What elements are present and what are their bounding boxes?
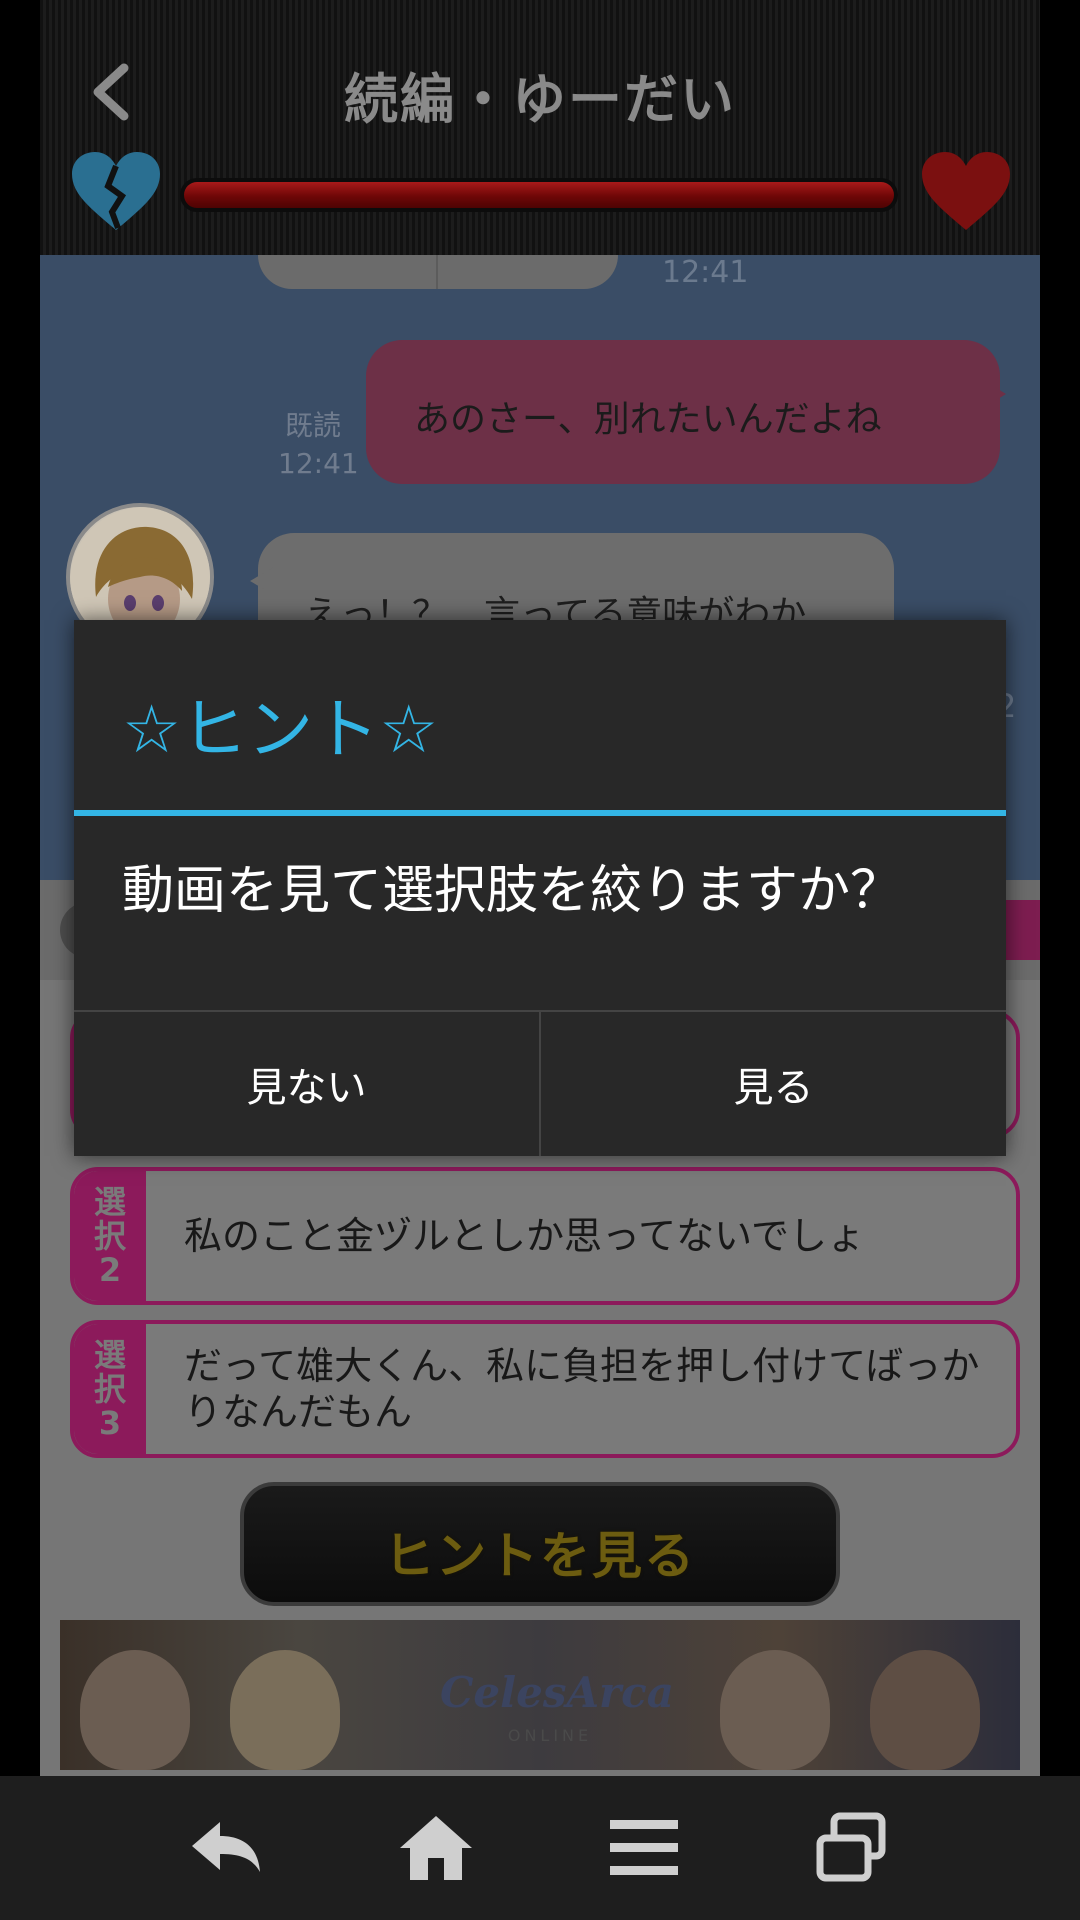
watch-button[interactable]: 見る [541, 1012, 1006, 1156]
read-time: 12:41 [278, 447, 359, 480]
choice-tag-char: 選 [93, 1336, 126, 1374]
page-title: 続編・ゆーだい [344, 68, 736, 131]
home-icon[interactable] [396, 1812, 476, 1884]
outgoing-message-bubble: あのさー、別れたいんだよね [366, 340, 1006, 484]
outgoing-message-text: あのさー、別れたいんだよね [414, 399, 882, 440]
hint-button-label: ヒントを見る [384, 1527, 696, 1585]
choice-tag-char: 2 [98, 1251, 122, 1289]
header: 続編・ゆーだい [40, 0, 1040, 255]
system-nav-bar [0, 1776, 1080, 1920]
dialog-title: ☆ヒント☆ [122, 691, 439, 768]
hint-button[interactable]: ヒントを見る [240, 1482, 840, 1606]
bubble-divider [436, 255, 438, 289]
choice-tag-char: 択 [93, 1217, 126, 1255]
hint-dialog: ☆ヒント☆ 動画を見て選択肢を絞りますか？ 見ない 見る [74, 620, 1006, 1156]
choice-tag-char: 3 [98, 1404, 122, 1442]
menu-icon[interactable] [604, 1812, 684, 1884]
banner-character [720, 1650, 830, 1770]
dont-watch-button[interactable]: 見ない [74, 1012, 539, 1156]
love-meter [180, 178, 898, 212]
dialog-divider [74, 810, 1006, 816]
message-bubble [258, 255, 618, 289]
choice-tag: 選 択 3 [74, 1324, 146, 1454]
choice-tag-char: 選 [93, 1183, 126, 1221]
banner-character [80, 1650, 190, 1770]
choice-tag-char: 択 [93, 1370, 126, 1408]
dialog-message: 動画を見て選択肢を絞りますか？ [122, 861, 903, 921]
banner-logo-sub: ONLINE [507, 1726, 593, 1745]
banner-character [870, 1650, 980, 1770]
read-label: 既読 [284, 409, 341, 442]
love-meter-fill [184, 182, 894, 208]
ad-banner[interactable]: CelesArca ONLINE [60, 1620, 1020, 1770]
banner-logo: CelesArca [440, 1668, 674, 1717]
choice-option-2[interactable]: 選 択 2 私のこと金ヅルとしか思ってないでしょ [70, 1167, 1020, 1305]
back-icon[interactable] [186, 1812, 266, 1884]
choice-option-3[interactable]: 選 択 3 だって雄大くん、私に負担を押し付けてばっかりなんだもん [70, 1320, 1020, 1458]
heart-icon [922, 152, 1010, 230]
choice-text: だって雄大くん、私に負担を押し付けてばっかりなんだもん [184, 1344, 980, 1434]
choice-tag: 選 択 2 [74, 1171, 146, 1301]
broken-heart-icon [72, 152, 160, 230]
message-time: 12:41 [662, 255, 749, 290]
banner-character [230, 1650, 340, 1770]
choice-text: 私のこと金ヅルとしか思ってないでしょ [184, 1214, 865, 1258]
recent-apps-icon[interactable] [812, 1812, 892, 1884]
read-receipt: 既読 12:41 [278, 407, 359, 483]
